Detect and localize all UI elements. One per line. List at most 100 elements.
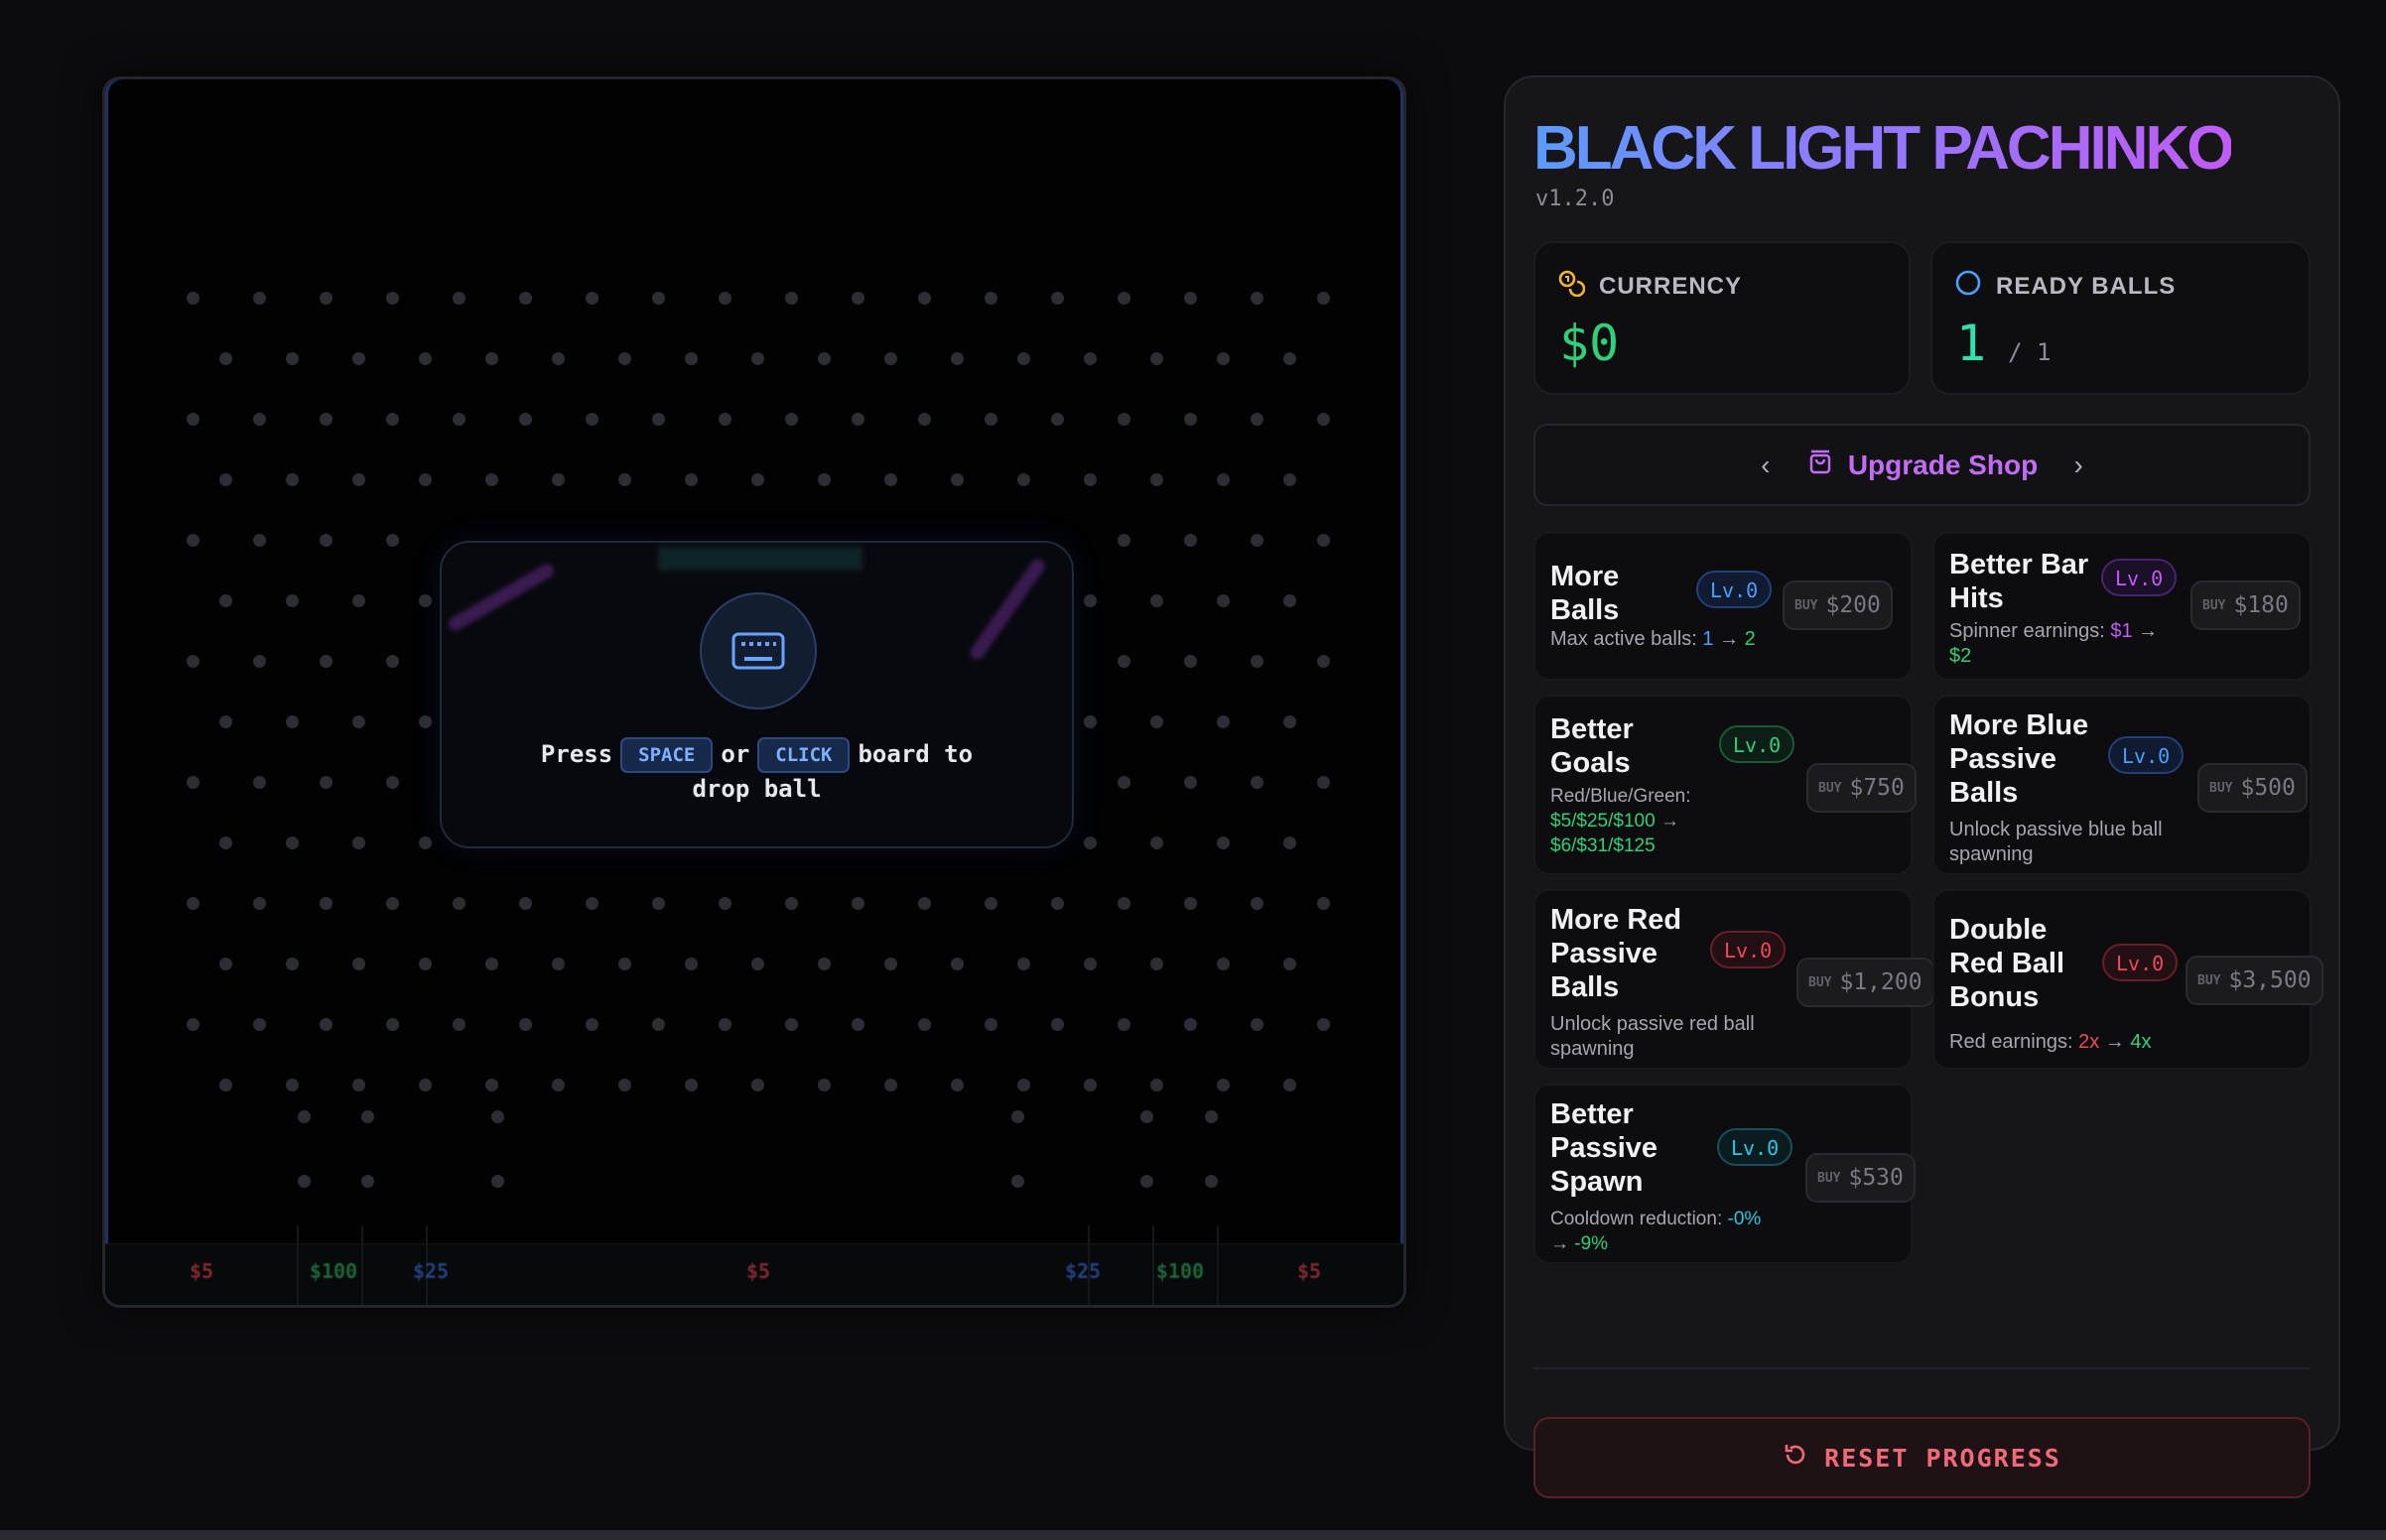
- peg: [719, 292, 731, 305]
- bottom-strip: [0, 1530, 2386, 1540]
- buy-button[interactable]: BUY $3,500: [2186, 956, 2323, 1005]
- buy-button[interactable]: BUY $180: [2190, 580, 2301, 630]
- shop-title: Upgrade Shop: [1847, 449, 2039, 480]
- peg: [918, 897, 931, 910]
- peg: [751, 958, 764, 970]
- peg: [253, 292, 266, 305]
- peg: [286, 958, 299, 970]
- peg: [1317, 897, 1330, 910]
- peg: [419, 958, 432, 970]
- coins-icon: [1557, 269, 1586, 304]
- peg: [1217, 352, 1230, 365]
- chevron-right-icon[interactable]: ›: [2063, 449, 2093, 481]
- upgrade-name: Better Passive Spawn: [1550, 1098, 1658, 1198]
- version-label: v1.2.0: [1535, 187, 1615, 211]
- peg: [219, 836, 232, 849]
- peg: [419, 473, 432, 486]
- shop-navigation: ‹ Upgrade Shop ›: [1533, 424, 2311, 506]
- peg: [586, 413, 598, 426]
- level-badge: Lv.0: [1719, 725, 1795, 763]
- peg: [519, 292, 532, 305]
- peg: [884, 958, 897, 970]
- peg: [785, 292, 798, 305]
- peg: [751, 1079, 764, 1091]
- peg: [419, 1079, 432, 1091]
- peg: [298, 1110, 311, 1123]
- upgrade-card-more-red-passive-balls: More Red Passive Balls Lv.0 BUY $1,200 Unlo…: [1533, 889, 1934, 1070]
- peg: [1283, 715, 1296, 728]
- peg: [1217, 836, 1230, 849]
- slot-label-blue: $25: [412, 1259, 450, 1283]
- peg: [419, 352, 432, 365]
- upgrade-name: Better Goals: [1550, 713, 1634, 779]
- peg: [685, 1079, 698, 1091]
- peg: [685, 473, 698, 486]
- peg: [1317, 292, 1330, 305]
- peg: [818, 958, 831, 970]
- peg: [985, 413, 997, 426]
- peg: [453, 1018, 465, 1031]
- peg: [884, 352, 897, 365]
- peg: [852, 1018, 864, 1031]
- peg: [951, 352, 964, 365]
- peg: [1084, 836, 1097, 849]
- peg: [485, 473, 498, 486]
- buy-button[interactable]: BUY $750: [1806, 763, 1917, 813]
- peg: [1251, 534, 1263, 547]
- peg: [1084, 715, 1097, 728]
- drop-ball-prompt[interactable]: Press SPACE or CLICK board to drop ball: [440, 541, 1074, 848]
- peg: [519, 413, 532, 426]
- peg: [1150, 473, 1163, 486]
- peg: [286, 473, 299, 486]
- peg: [1184, 776, 1197, 789]
- spinner-right: [967, 556, 1048, 663]
- slot-label-blue: $25: [1064, 1259, 1102, 1283]
- peg: [552, 1079, 565, 1091]
- peg: [1283, 473, 1296, 486]
- peg: [253, 1018, 266, 1031]
- buy-button[interactable]: BUY $500: [2197, 763, 2308, 813]
- peg: [852, 413, 864, 426]
- peg: [1217, 715, 1230, 728]
- peg: [253, 776, 266, 789]
- pachinko-board[interactable]: $5 $100 $25 $5 $25 $100 $5 Press SPACE or C…: [102, 76, 1406, 1308]
- peg: [1140, 1175, 1153, 1188]
- peg: [1317, 1018, 1330, 1031]
- peg: [320, 897, 332, 910]
- upgrade-name: More Balls: [1550, 561, 1620, 626]
- peg: [1051, 413, 1064, 426]
- peg: [1217, 594, 1230, 607]
- peg: [1118, 534, 1130, 547]
- prompt-board-to: board to: [858, 740, 974, 768]
- peg: [852, 897, 864, 910]
- space-key: SPACE: [620, 737, 714, 773]
- peg: [1017, 473, 1030, 486]
- peg: [320, 655, 332, 668]
- peg: [1118, 1018, 1130, 1031]
- buy-button[interactable]: BUY $1,200: [1796, 958, 1934, 1007]
- peg: [253, 897, 266, 910]
- chevron-left-icon[interactable]: ‹: [1751, 449, 1781, 481]
- buy-button[interactable]: BUY $530: [1805, 1153, 1916, 1203]
- peg: [1251, 897, 1263, 910]
- upgrade-description: Red/Blue/Green: $5/$25/$100 → $6/$31/$125: [1550, 786, 1691, 856]
- peg: [485, 1079, 498, 1091]
- peg: [951, 473, 964, 486]
- reset-progress-button[interactable]: RESET PROGRESS: [1533, 1417, 2311, 1498]
- upgrade-card-better-passive-spawn: Better Passive Spawn Lv.0 BUY $530 Cooldown…: [1533, 1084, 1916, 1264]
- slot-label-red: $5: [745, 1259, 771, 1283]
- peg: [552, 958, 565, 970]
- currency-card: CURRENCY $0: [1533, 241, 1911, 395]
- upgrade-description: Spinner earnings: $1 → $2: [1949, 620, 2159, 667]
- peg: [320, 413, 332, 426]
- peg: [1184, 655, 1197, 668]
- peg: [187, 1018, 199, 1031]
- peg: [1184, 897, 1197, 910]
- peg: [352, 715, 365, 728]
- peg: [1217, 958, 1230, 970]
- buy-button[interactable]: BUY $200: [1783, 580, 1893, 630]
- reset-icon: [1783, 1442, 1808, 1474]
- peg: [1217, 1079, 1230, 1091]
- peg: [1150, 1079, 1163, 1091]
- peg: [1251, 776, 1263, 789]
